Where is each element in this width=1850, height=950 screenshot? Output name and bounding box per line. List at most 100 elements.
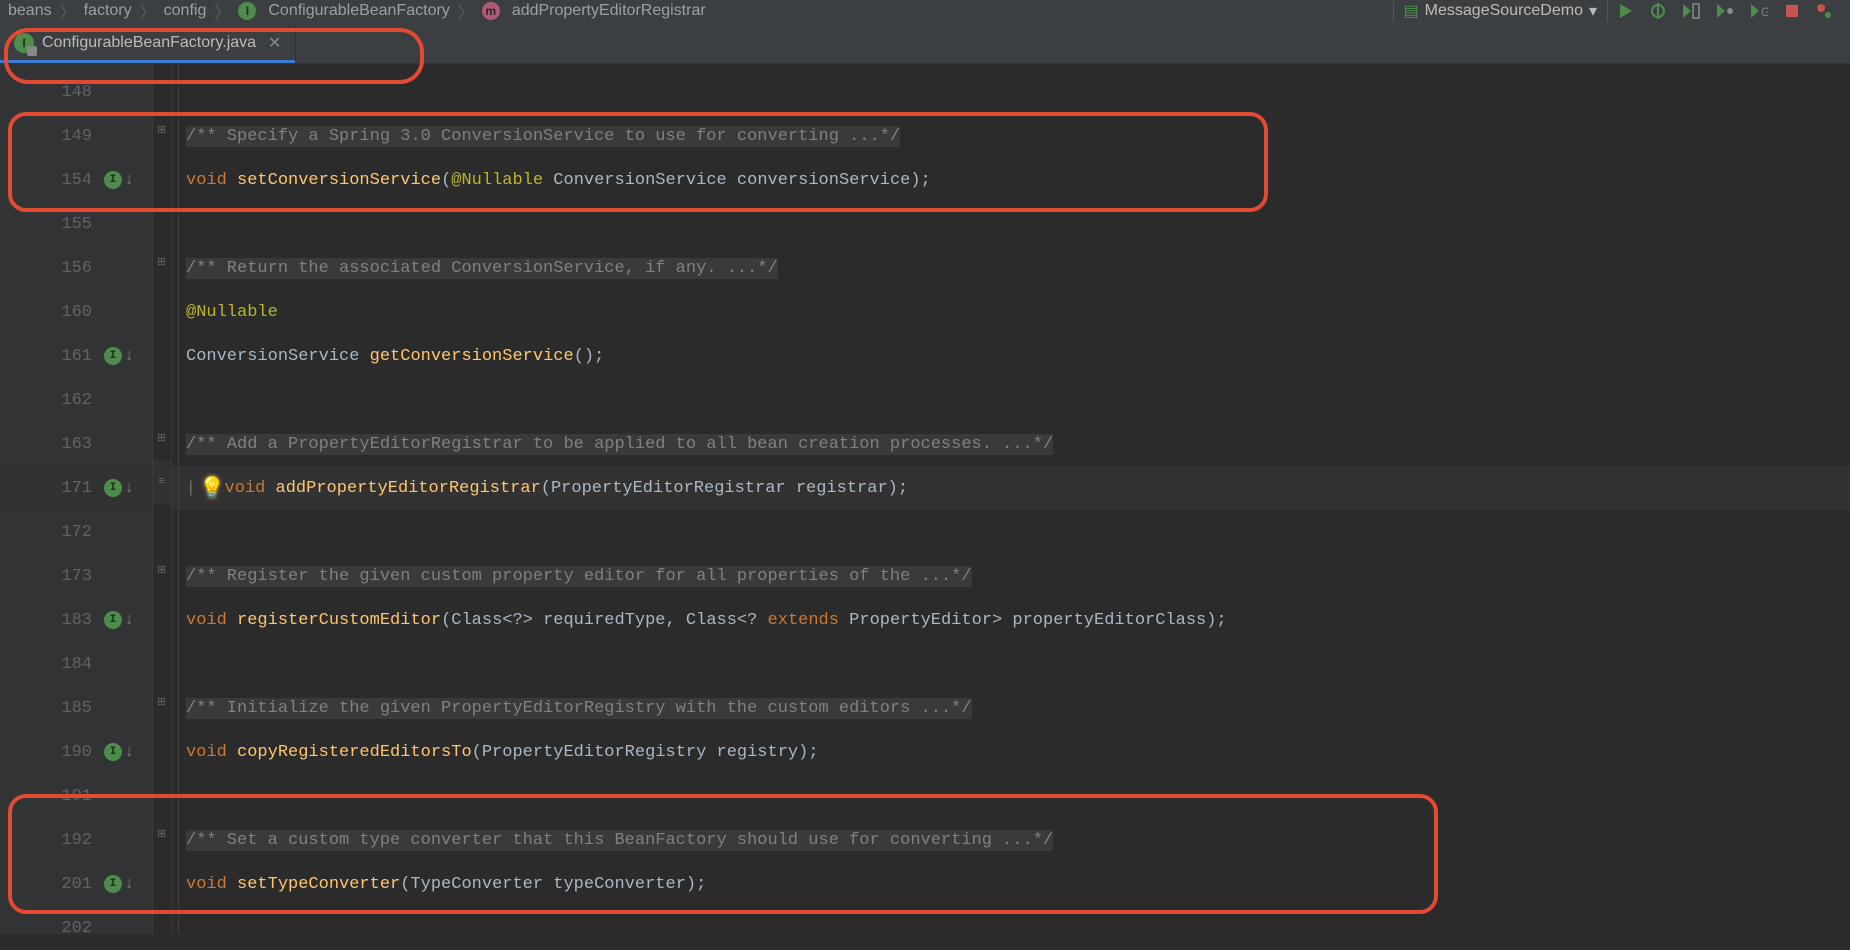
fold-toggle[interactable]: ⊞ (152, 416, 171, 460)
gutter-blank (100, 202, 152, 246)
code-line[interactable]: void setTypeConverter(TypeConverter type… (172, 862, 1850, 906)
breadcrumb-item[interactable]: config (164, 2, 207, 20)
run-icon[interactable] (1618, 3, 1634, 19)
code-line[interactable]: /** Return the associated ConversionServ… (172, 246, 1850, 290)
fold-icon[interactable]: ⊞ (155, 123, 169, 137)
line-number[interactable]: 173 (0, 554, 100, 598)
fold-icon[interactable]: ⊞ (155, 827, 169, 841)
code-line[interactable] (172, 510, 1850, 554)
gutter-marks: I↓I↓I↓I↓I↓I↓ (100, 64, 152, 934)
tab-title: ConfigurableBeanFactory.java (42, 34, 256, 52)
code-line[interactable]: void registerCustomEditor(Class<?> requi… (172, 598, 1850, 642)
lightbulb-icon[interactable]: 💡 (200, 475, 225, 501)
code-token: ); (1206, 611, 1226, 630)
interface-icon[interactable]: I (104, 875, 122, 893)
code-token: TypeConverter typeConverter (410, 875, 685, 894)
fold-toggle[interactable]: ⊞ (152, 680, 171, 724)
line-number[interactable]: 155 (0, 202, 100, 246)
fold-toggle (152, 856, 171, 900)
interface-icon[interactable]: I (104, 611, 122, 629)
caret-icon: | (186, 479, 196, 497)
code-token: Class<? (686, 611, 768, 630)
line-number[interactable]: 190 (0, 730, 100, 774)
interface-icon[interactable]: I (104, 347, 122, 365)
fold-toggle[interactable]: ⊞ (152, 240, 171, 284)
line-number[interactable]: 160 (0, 290, 100, 334)
gutter-blank (100, 422, 152, 466)
code-line[interactable] (172, 202, 1850, 246)
line-number[interactable]: 191 (0, 774, 100, 818)
code-editor[interactable]: 1481491541551561601611621631711721731831… (0, 64, 1850, 934)
code-token: copyRegisteredEditorsTo (237, 743, 472, 762)
gutter-blank (100, 70, 152, 114)
line-number[interactable]: 202 (0, 906, 100, 950)
line-number[interactable]: 192 (0, 818, 100, 862)
line-number[interactable]: 148 (0, 70, 100, 114)
line-number[interactable]: 171 (0, 466, 100, 510)
fold-icon[interactable]: ⊞ (155, 563, 169, 577)
line-number[interactable]: 184 (0, 642, 100, 686)
code-token: Class<?> requiredType (451, 611, 665, 630)
profile-icon[interactable] (1716, 3, 1734, 19)
interface-icon[interactable]: I (104, 743, 122, 761)
code-line[interactable]: /** Set a custom type converter that thi… (172, 818, 1850, 862)
code-line[interactable]: @Nullable (172, 290, 1850, 334)
attach-icon[interactable]: G (1750, 3, 1768, 19)
breadcrumb-item[interactable]: beans (8, 2, 52, 20)
run-configuration-selector[interactable]: ▤ MessageSourceDemo ▾ (1393, 0, 1608, 22)
update-icon[interactable] (1816, 3, 1832, 19)
line-number[interactable]: 201 (0, 862, 100, 906)
code-line[interactable]: /** Register the given custom property e… (172, 554, 1850, 598)
code-area[interactable]: /** Specify a Spring 3.0 ConversionServi… (172, 64, 1850, 934)
code-line[interactable]: /** Initialize the given PropertyEditorR… (172, 686, 1850, 730)
editor-tab[interactable]: I ConfigurableBeanFactory.java ✕ (0, 22, 296, 63)
code-line[interactable] (172, 774, 1850, 818)
fold-icon[interactable]: ≡ (155, 475, 169, 489)
code-line[interactable]: /** Add a PropertyEditorRegistrar to be … (172, 422, 1850, 466)
fold-toggle (152, 372, 171, 416)
line-number[interactable]: 183 (0, 598, 100, 642)
code-token: void (225, 479, 276, 498)
fold-toggle[interactable]: ⊞ (152, 548, 171, 592)
code-line[interactable] (172, 906, 1850, 950)
fold-toggle[interactable]: ⊞ (152, 108, 171, 152)
fold-icon[interactable]: ⊞ (155, 255, 169, 269)
code-line[interactable] (172, 642, 1850, 686)
code-line[interactable]: ConversionService getConversionService()… (172, 334, 1850, 378)
line-number[interactable]: 185 (0, 686, 100, 730)
line-number[interactable]: 156 (0, 246, 100, 290)
breadcrumb-item[interactable]: ConfigurableBeanFactory (268, 2, 449, 20)
close-icon[interactable]: ✕ (268, 33, 281, 53)
line-number[interactable]: 161 (0, 334, 100, 378)
code-token: (); (574, 347, 605, 366)
code-line[interactable]: /** Specify a Spring 3.0 ConversionServi… (172, 114, 1850, 158)
code-token: PropertyEditorRegistry registry (482, 743, 798, 762)
debug-icon[interactable] (1650, 3, 1666, 19)
code-line[interactable]: |💡 void addPropertyEditorRegistrar(Prope… (172, 466, 1850, 510)
fold-icon[interactable]: ⊞ (155, 695, 169, 709)
code-line[interactable]: void copyRegisteredEditorsTo(PropertyEdi… (172, 730, 1850, 774)
code-line[interactable] (172, 70, 1850, 114)
line-number[interactable]: 154 (0, 158, 100, 202)
code-token: void (186, 611, 237, 630)
code-token: ); (686, 875, 706, 894)
coverage-icon[interactable] (1682, 3, 1700, 19)
interface-icon[interactable]: I (104, 171, 122, 189)
stop-icon[interactable] (1784, 3, 1800, 19)
gutter-blank (100, 114, 152, 158)
fold-toggle[interactable]: ≡ (152, 460, 171, 504)
line-number[interactable]: 149 (0, 114, 100, 158)
fold-icon[interactable]: ⊞ (155, 431, 169, 445)
line-number[interactable]: 163 (0, 422, 100, 466)
code-line[interactable] (172, 378, 1850, 422)
fold-toggle (152, 900, 171, 944)
line-number[interactable]: 162 (0, 378, 100, 422)
breadcrumb-item[interactable]: factory (84, 2, 132, 20)
fold-toggle[interactable]: ⊞ (152, 812, 171, 856)
line-number[interactable]: 172 (0, 510, 100, 554)
fold-toggle (152, 768, 171, 812)
code-line[interactable]: void setConversionService(@Nullable Conv… (172, 158, 1850, 202)
line-number-gutter: 1481491541551561601611621631711721731831… (0, 64, 100, 934)
breadcrumb-item[interactable]: addPropertyEditorRegistrar (512, 2, 706, 20)
interface-icon[interactable]: I (104, 479, 122, 497)
